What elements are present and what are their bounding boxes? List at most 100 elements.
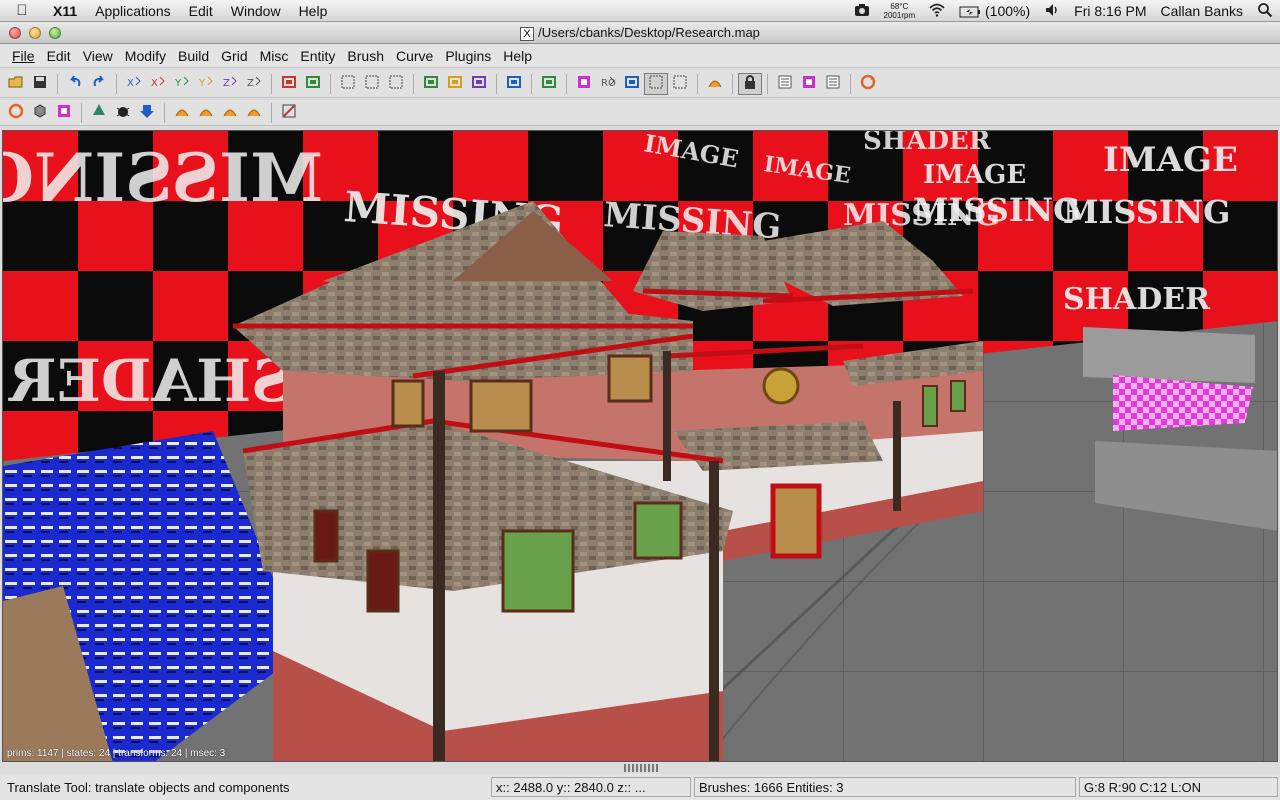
tree-button[interactable] xyxy=(87,102,111,124)
view-change-button[interactable] xyxy=(502,73,526,95)
apple-menu-icon[interactable]:  xyxy=(0,2,44,19)
refresh-models-button[interactable] xyxy=(4,102,28,124)
minimize-window-button[interactable] xyxy=(29,27,41,39)
refresh-button[interactable] xyxy=(856,73,880,95)
temperature-monitor[interactable]: 68°C 2001rpm xyxy=(877,2,923,20)
csg-merge-button[interactable] xyxy=(301,73,325,95)
select-drag-button[interactable] xyxy=(644,72,668,95)
mac-menu-window[interactable]: Window xyxy=(222,3,290,19)
svg-text:MISSING: MISSING xyxy=(913,191,1080,229)
patch-endcap-button[interactable] xyxy=(242,102,266,124)
patch-button[interactable] xyxy=(703,73,727,95)
cube-button[interactable] xyxy=(28,102,52,124)
clear-selection-button[interactable] xyxy=(277,102,301,124)
volume-icon[interactable] xyxy=(1037,2,1067,21)
menu-edit[interactable]: Edit xyxy=(41,48,77,64)
camera-icon[interactable] xyxy=(847,2,877,21)
menu-misc[interactable]: Misc xyxy=(254,48,295,64)
dragon-emblem xyxy=(762,367,800,405)
window-titlebar[interactable]: X/Users/cbanks/Desktop/Research.map xyxy=(0,22,1280,44)
menu-grid-label: Grid xyxy=(221,47,248,64)
mac-menu-edit[interactable]: Edit xyxy=(180,3,222,19)
texture-lock-icon xyxy=(576,74,592,93)
select-complete-button[interactable] xyxy=(384,73,408,95)
rotate-y-button[interactable]: Y xyxy=(194,73,218,95)
texture-button[interactable] xyxy=(52,102,76,124)
patch-cylinder-button[interactable] xyxy=(218,102,242,124)
svg-text:Y: Y xyxy=(198,78,206,89)
svg-text:IMAGE: IMAGE xyxy=(923,160,1026,190)
window-lattice xyxy=(607,354,653,403)
window-title: /Users/cbanks/Desktop/Research.map xyxy=(538,25,760,40)
flip-y-button[interactable]: Y xyxy=(170,73,194,95)
save-button[interactable] xyxy=(28,73,52,95)
select-inside-button[interactable] xyxy=(336,73,360,95)
resize-button[interactable] xyxy=(668,73,692,95)
clipper-green-icon xyxy=(471,74,487,93)
fan-speed-reading: 2001rpm xyxy=(883,11,916,20)
camera-3d-viewport[interactable]: MISSING MISSING MISSING MISSING MISSING … xyxy=(2,130,1278,762)
mac-menu-applications[interactable]: Applications xyxy=(86,3,180,19)
spotlight-search-icon[interactable] xyxy=(1250,2,1280,21)
window-green xyxy=(633,501,683,560)
redo-button[interactable] xyxy=(87,73,111,95)
menu-curve-label: Curve xyxy=(395,47,434,64)
wifi-icon[interactable] xyxy=(922,2,952,21)
lock-button[interactable] xyxy=(738,72,762,95)
menu-view[interactable]: View xyxy=(77,48,119,64)
menu-curve[interactable]: Curve xyxy=(390,48,439,64)
menu-modify[interactable]: Modify xyxy=(119,48,172,64)
app-menubar: File Edit View Modify Build Grid Misc En… xyxy=(0,44,1280,68)
entity-list-icon xyxy=(777,74,793,93)
patch-bevel-button[interactable] xyxy=(194,102,218,124)
toolbar-separator xyxy=(767,73,768,94)
battery-status[interactable]: (100%) xyxy=(952,3,1037,19)
clipper-green-button[interactable] xyxy=(467,73,491,95)
concrete-block xyxy=(1083,327,1255,383)
csg-make-room-button[interactable] xyxy=(443,73,467,95)
zoom-window-button[interactable] xyxy=(49,27,61,39)
menu-grid[interactable]: Grid xyxy=(215,48,253,64)
surface-inspector-button[interactable] xyxy=(821,73,845,95)
rotate-x-button[interactable]: X xyxy=(146,73,170,95)
flip-x-button[interactable]: X xyxy=(122,73,146,95)
patch-cap-button[interactable] xyxy=(170,102,194,124)
select-touching-icon xyxy=(364,74,380,93)
texture-lock-button[interactable] xyxy=(572,73,596,95)
menu-plugins[interactable]: Plugins xyxy=(439,48,497,64)
pane-resize-grip[interactable] xyxy=(624,764,658,772)
svg-text:MISSING: MISSING xyxy=(1063,193,1230,231)
bug-button[interactable] xyxy=(111,102,135,124)
select-touching-button[interactable] xyxy=(360,73,384,95)
close-window-button[interactable] xyxy=(9,27,21,39)
csg-subtract-button[interactable] xyxy=(277,73,301,95)
resize-icon xyxy=(672,74,688,93)
entity-list-button[interactable] xyxy=(773,73,797,95)
rotate-z-button[interactable]: Z xyxy=(242,73,266,95)
user-name[interactable]: Callan Banks xyxy=(1154,3,1251,19)
status-message: Translate Tool: translate objects and co… xyxy=(7,780,290,795)
menu-file[interactable]: File xyxy=(6,48,41,64)
hollow-button[interactable] xyxy=(419,73,443,95)
flip-z-button[interactable]: Z xyxy=(218,73,242,95)
x11-window-icon: X xyxy=(520,26,535,41)
undo-button[interactable] xyxy=(63,73,87,95)
mac-menu-help[interactable]: Help xyxy=(290,3,337,19)
window-lattice xyxy=(469,379,533,433)
menu-entity[interactable]: Entity xyxy=(294,48,341,64)
menu-brush[interactable]: Brush xyxy=(341,48,390,64)
plugin-toolbar xyxy=(0,100,1280,126)
texture-browser-button[interactable] xyxy=(797,73,821,95)
menu-help[interactable]: Help xyxy=(497,48,538,64)
front-door xyxy=(770,483,822,559)
arrow-down-button[interactable] xyxy=(135,102,159,124)
app-menu-x11[interactable]: X11 xyxy=(44,3,86,19)
menubar-clock[interactable]: Fri 8:16 PM xyxy=(1067,3,1153,19)
clear-selection-icon xyxy=(281,103,297,122)
menu-view-label: View xyxy=(82,47,113,64)
open-button[interactable] xyxy=(4,73,28,95)
camera-rotate-button[interactable]: ROTATE xyxy=(596,73,640,95)
scale-button[interactable] xyxy=(620,73,644,95)
menu-build[interactable]: Build xyxy=(172,48,215,64)
clipper-button[interactable] xyxy=(537,73,561,95)
